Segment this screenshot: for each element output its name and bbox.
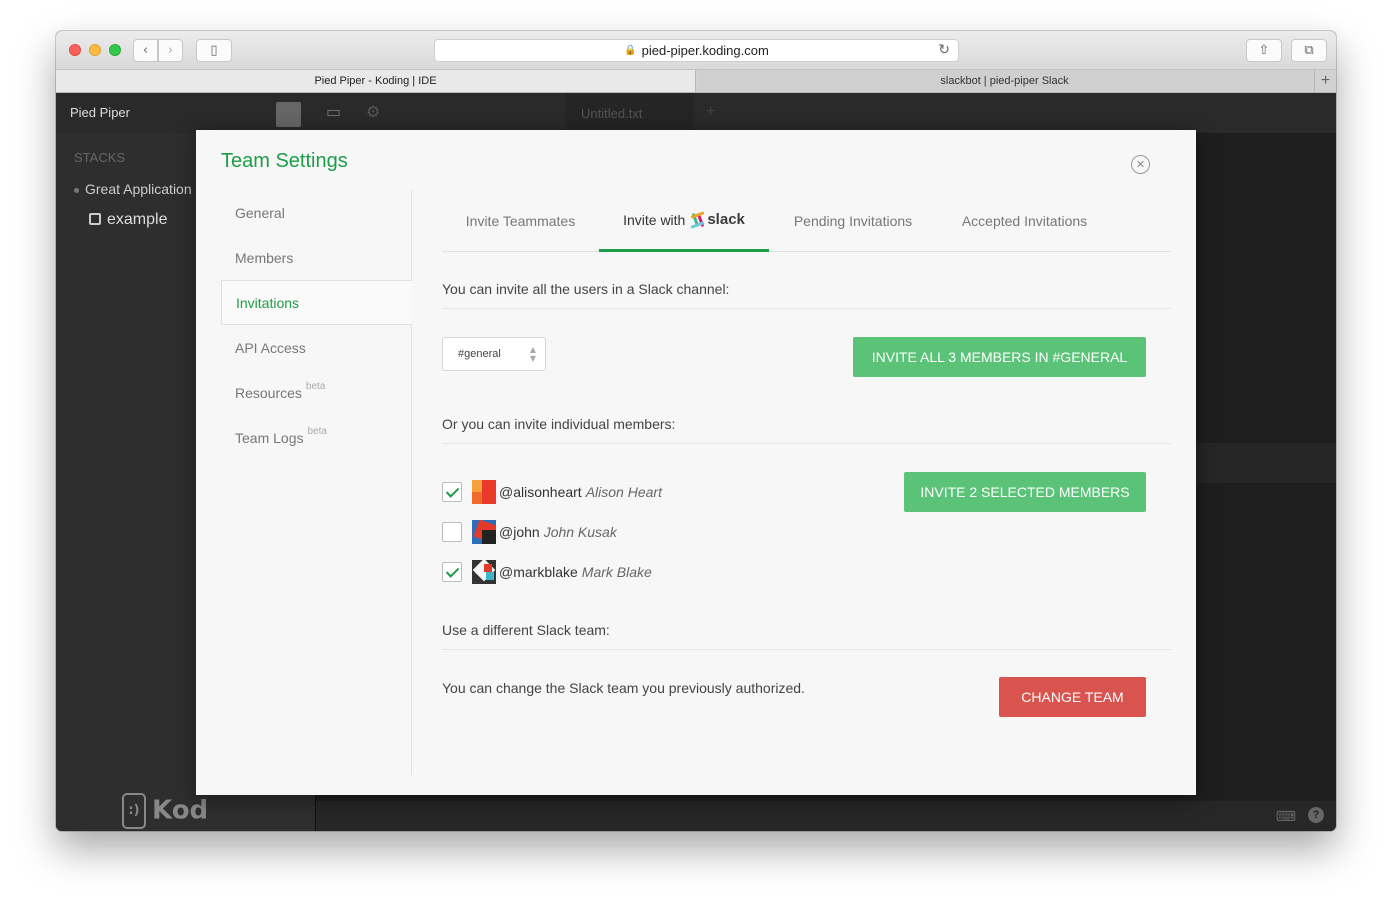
close-modal-button[interactable]: ✕ (1131, 155, 1150, 174)
member-row: @markblake Mark Blake (442, 560, 652, 584)
nav-item-team-logs[interactable]: Team Logs beta (221, 415, 412, 460)
modal-title: Team Settings (221, 150, 348, 172)
member-handle: @markblake (499, 564, 578, 580)
individual-section-heading: Or you can invite individual members: (442, 416, 1171, 444)
beta-badge: beta (307, 426, 327, 437)
gear-icon[interactable]: ⚙ (366, 102, 380, 121)
machine-name: example (107, 211, 168, 228)
sidebar-toggle-button[interactable]: ▯ (196, 39, 232, 62)
help-icon[interactable]: ? (1308, 807, 1324, 823)
team-settings-modal: Team Settings ✕ General Members Invitati… (196, 130, 1196, 795)
tab-pending-invitations[interactable]: Pending Invitations (769, 190, 937, 252)
invite-selected-button[interactable]: INVITE 2 SELECTED MEMBERS (904, 472, 1146, 512)
new-tab-button[interactable]: + (1314, 70, 1336, 92)
avatar (472, 520, 496, 544)
avatar (472, 480, 496, 504)
back-button[interactable]: ‹ (133, 39, 158, 62)
member-checkbox[interactable] (442, 522, 462, 542)
minimize-window-button[interactable] (89, 44, 101, 56)
member-name: John Kusak (543, 524, 617, 540)
member-row: @john John Kusak (442, 520, 617, 544)
invitation-tabs: Invite Teammates Invite with slack Pendi… (442, 190, 1171, 252)
share-button[interactable]: ⇧ (1246, 39, 1282, 62)
nav-item-general[interactable]: General (221, 190, 412, 235)
change-team-button[interactable]: CHANGE TEAM (999, 677, 1146, 717)
background-row (1196, 443, 1336, 483)
avatar (472, 560, 496, 584)
plus-icon: + (1320, 72, 1331, 89)
show-tabs-button[interactable]: ⧉ (1291, 39, 1327, 62)
tabs-icon: ⧉ (1304, 43, 1314, 58)
nav-item-api-access[interactable]: API Access (221, 325, 412, 370)
stack-status-icon (74, 187, 79, 193)
chevron-right-icon: › (167, 43, 174, 58)
reload-icon[interactable]: ↻ (938, 42, 950, 58)
tab-invite-with-slack[interactable]: Invite with slack (599, 190, 769, 252)
member-name: Mark Blake (581, 564, 652, 580)
koding-logo: :) Kod (122, 793, 208, 829)
change-team-note: You can change the Slack team you previo… (442, 680, 805, 696)
keyboard-icon[interactable]: ⌨ (1276, 809, 1296, 825)
select-arrows-icon: ▲ ▼ (529, 345, 537, 363)
member-handle: @john (499, 524, 540, 540)
stacks-label: STACKS (74, 150, 126, 165)
editor-tab[interactable]: Untitled.txt (566, 93, 694, 133)
browser-tab-koding[interactable]: Pied Piper - Koding | IDE (56, 70, 696, 92)
nav-item-resources[interactable]: Resources beta (221, 370, 412, 415)
browser-tab-slack[interactable]: slackbot | pied-piper Slack (697, 70, 1312, 92)
stack-name: Great Application (85, 181, 192, 197)
team-name[interactable]: Pied Piper (70, 105, 130, 120)
lock-icon: 🔒 (624, 45, 637, 56)
slack-wordmark: slack (707, 211, 745, 228)
slack-logo-icon (690, 210, 705, 229)
sidebar-icon: ▯ (210, 43, 218, 58)
share-icon: ⇧ (1258, 43, 1270, 58)
machine-item[interactable]: example (89, 211, 167, 229)
member-checkbox[interactable] (442, 482, 462, 502)
beta-badge: beta (305, 381, 326, 392)
close-icon: ✕ (1135, 158, 1146, 171)
title-bar: ‹ › ▯ 🔒 pied-piper.koding.com ↻ ⇧ ⧉ (56, 31, 1336, 70)
url-bar[interactable]: 🔒 pied-piper.koding.com ↻ (434, 39, 959, 62)
member-checkbox[interactable] (442, 562, 462, 582)
avatar[interactable] (276, 102, 301, 127)
tab-invite-teammates[interactable]: Invite Teammates (442, 190, 599, 252)
chevron-left-icon: ‹ (142, 43, 149, 58)
zoom-window-button[interactable] (109, 44, 121, 56)
member-handle: @alisonheart (499, 484, 582, 500)
url-text: pied-piper.koding.com (641, 43, 769, 58)
settings-nav: General Members Invitations API Access R… (221, 190, 412, 775)
nav-item-invitations[interactable]: Invitations (221, 280, 412, 325)
channel-select[interactable]: #general ▲ ▼ (442, 337, 546, 371)
team-section-heading: Use a different Slack team: (442, 622, 1171, 650)
status-bar: ⌨ ? (316, 801, 1336, 831)
channel-section-heading: You can invite all the users in a Slack … (442, 281, 1171, 309)
nav-item-members[interactable]: Members (221, 235, 412, 280)
member-name: Alison Heart (585, 484, 662, 500)
invite-all-button[interactable]: INVITE ALL 3 MEMBERS IN #GENERAL (853, 337, 1146, 377)
channel-select-value: #general (458, 348, 501, 360)
tab-accepted-invitations[interactable]: Accepted Invitations (937, 190, 1112, 252)
folder-icon[interactable]: ▭ (326, 102, 341, 121)
app-header: Pied Piper ▭ ⚙ Untitled.txt + (56, 93, 1336, 133)
koding-logo-icon: :) (122, 793, 146, 829)
browser-tab-bar: Pied Piper - Koding | IDE slackbot | pie… (56, 70, 1336, 93)
forward-button[interactable]: › (158, 39, 183, 62)
close-window-button[interactable] (69, 44, 81, 56)
machine-icon (89, 213, 101, 225)
member-row: @alisonheart Alison Heart (442, 480, 662, 504)
add-editor-tab-icon[interactable]: + (706, 103, 715, 121)
stack-item[interactable]: Great Application (74, 181, 192, 197)
